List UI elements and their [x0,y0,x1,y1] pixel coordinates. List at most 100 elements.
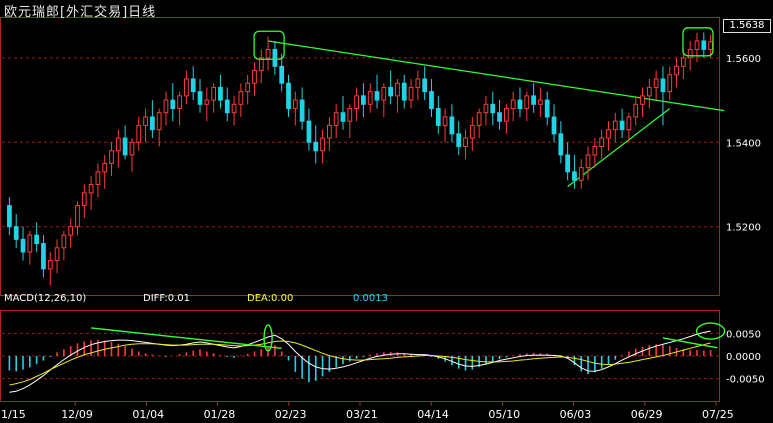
candle[interactable] [292,91,298,126]
candle[interactable] [646,78,652,109]
candle[interactable] [68,218,74,248]
candle[interactable] [88,176,94,210]
candle[interactable] [367,83,373,113]
candle[interactable] [20,226,26,261]
candle[interactable] [143,108,148,143]
candle[interactable] [701,32,707,58]
candle[interactable] [102,154,108,189]
candle[interactable] [469,116,475,151]
candle[interactable] [490,91,496,126]
candle[interactable] [47,252,53,286]
candle[interactable] [612,112,618,143]
price-candles[interactable] [7,32,713,286]
candle[interactable] [606,121,611,151]
candle[interactable] [27,230,33,265]
candle[interactable] [149,100,155,139]
candle[interactable] [238,83,244,117]
candle[interactable] [286,74,291,117]
candle[interactable] [75,201,80,236]
candle[interactable] [395,78,400,113]
price-panel[interactable]: 1.5600 1.5400 1.5200 [0,17,762,296]
candle[interactable] [347,104,353,139]
macd-histogram[interactable] [8,339,712,383]
candle[interactable] [265,36,271,71]
candle[interactable] [252,62,257,96]
candle[interactable] [54,239,60,274]
candle[interactable] [640,87,645,117]
candle[interactable] [510,91,516,122]
candle[interactable] [170,83,176,122]
candle[interactable] [122,125,128,160]
candle[interactable] [401,74,407,109]
candle[interactable] [558,121,564,164]
candle[interactable] [81,184,87,219]
candle[interactable] [224,87,230,122]
macd-panel[interactable]: 0.0050 0.0000 -0.0050 [0,310,765,402]
candle[interactable] [578,159,584,189]
candle[interactable] [626,112,632,143]
candle[interactable] [354,87,359,122]
candle[interactable] [667,66,673,101]
candle[interactable] [660,66,666,126]
candle[interactable] [674,57,679,88]
candle[interactable] [388,70,394,105]
candle[interactable] [156,108,162,147]
candle[interactable] [190,66,196,101]
candle[interactable] [7,197,12,236]
candle[interactable] [653,70,659,101]
candle[interactable] [497,100,502,130]
candle[interactable] [163,91,169,126]
candle[interactable] [211,83,217,113]
candle[interactable] [599,129,605,160]
candle[interactable] [361,83,366,117]
macd-indicator-name[interactable]: MACD(12,26,10) [4,293,86,304]
candle[interactable] [306,108,312,151]
candle[interactable] [585,146,591,181]
candle[interactable] [572,154,577,189]
candle[interactable] [381,83,387,117]
candle[interactable] [476,108,482,139]
candle[interactable] [551,104,557,143]
candle[interactable] [204,87,210,122]
candle[interactable] [184,70,189,105]
candle[interactable] [442,108,448,143]
candle[interactable] [136,116,142,151]
candle[interactable] [95,163,101,198]
candle[interactable] [565,142,571,181]
candle[interactable] [13,214,19,248]
candle[interactable] [34,222,40,253]
candle[interactable] [408,78,414,109]
candle[interactable] [115,129,121,168]
candle[interactable] [429,78,434,117]
candle[interactable] [177,91,182,126]
candle[interactable] [619,108,625,139]
candle[interactable] [374,74,380,109]
candle[interactable] [524,91,530,122]
candle[interactable] [633,95,639,126]
candle[interactable] [517,87,523,117]
candle[interactable] [340,95,346,130]
candle[interactable] [197,78,203,113]
candle[interactable] [245,74,251,105]
candle[interactable] [463,129,468,160]
candle[interactable] [326,116,332,151]
candle[interactable] [61,230,67,261]
candle[interactable] [531,83,536,113]
candle[interactable] [503,104,509,134]
candle[interactable] [231,95,237,126]
candle[interactable] [272,40,278,75]
candle[interactable] [41,235,46,278]
candle[interactable] [544,91,550,126]
candle[interactable] [333,104,339,139]
candle[interactable] [320,129,325,164]
forex-chart[interactable]: 1.5600 1.5400 1.5200 0.0050 0.0000 -0.0050 1… [0,0,773,423]
candle[interactable] [538,87,543,117]
candle[interactable] [218,74,223,109]
candle[interactable] [258,49,264,84]
candle[interactable] [415,70,421,101]
candle[interactable] [129,138,135,172]
candle[interactable] [456,121,462,155]
candle[interactable] [109,142,114,177]
candle[interactable] [435,95,441,134]
candle[interactable] [449,104,455,143]
